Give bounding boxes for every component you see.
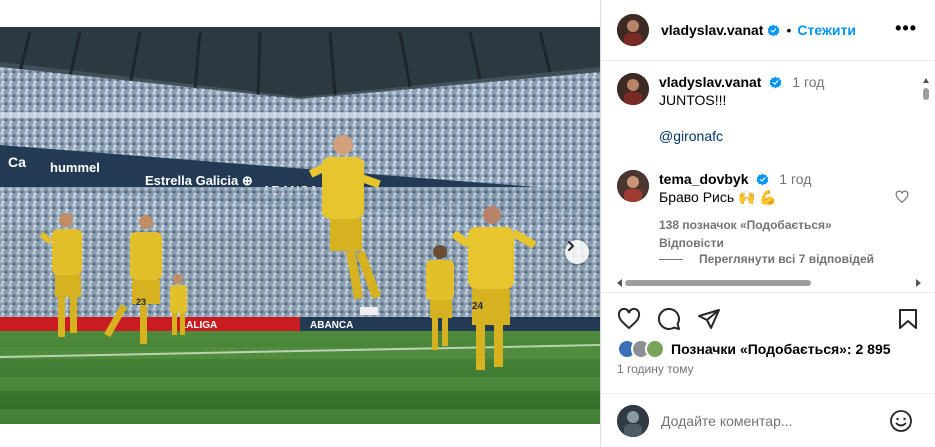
comment-time[interactable]: 1 год	[792, 74, 824, 90]
avatar	[645, 339, 665, 359]
replies-line	[659, 258, 683, 260]
svg-text:hummel: hummel	[50, 160, 100, 175]
follow-button[interactable]: Стежити	[797, 22, 856, 38]
instagram-post: Ca hummel Estrella Galicia ⊕ ABANCA méto…	[0, 0, 935, 447]
svg-text:Ca: Ca	[8, 154, 26, 170]
comment-icon[interactable]	[657, 307, 681, 331]
avatar-image	[617, 170, 649, 202]
avatar-image	[617, 73, 649, 105]
svg-text:Estrella Galicia ⊕: Estrella Galicia ⊕	[145, 173, 253, 188]
send-icon[interactable]	[697, 307, 721, 331]
avatar[interactable]	[617, 14, 649, 46]
liker-avatars	[617, 339, 669, 359]
post-actions-bar	[601, 292, 935, 342]
verified-badge-icon	[757, 173, 769, 186]
caption-comment: vladyslav.vanat 1 год JUNTOS!!! @gironaf…	[617, 73, 917, 145]
avatar[interactable]	[617, 73, 649, 105]
post-author-username[interactable]: vladyslav.vanat	[661, 22, 763, 38]
mention-link[interactable]: @gironafc	[659, 127, 917, 145]
comment-like-heart-icon[interactable]	[895, 190, 909, 204]
avatar[interactable]	[617, 170, 649, 202]
more-options-button[interactable]: •••	[895, 19, 917, 37]
verified-badge-icon	[770, 76, 782, 89]
emoji-icon[interactable]	[889, 409, 913, 433]
comment-input[interactable]	[661, 412, 881, 429]
header-separator: •	[786, 22, 792, 38]
comment-username[interactable]: tema_dovbyk	[659, 171, 748, 187]
bookmark-icon[interactable]	[896, 307, 920, 331]
view-replies-button[interactable]: Переглянути всі 7 відповідей	[659, 252, 874, 266]
comment-text: JUNTOS!!!	[659, 92, 727, 108]
next-slide-button[interactable]	[565, 240, 589, 264]
post-header: vladyslav.vanat • Стежити •••	[601, 0, 935, 61]
svg-text:ABANCA: ABANCA	[310, 320, 353, 331]
chevron-right-icon	[568, 241, 574, 251]
comment-text: Браво Рись 🙌 💪	[659, 189, 777, 205]
svg-text:LALIGA: LALIGA	[180, 320, 217, 331]
svg-text:24: 24	[472, 301, 484, 312]
post-media[interactable]: Ca hummel Estrella Galicia ⊕ ABANCA méto…	[0, 27, 600, 424]
avatar-image	[617, 404, 649, 437]
view-replies-label: Переглянути всі 7 відповідей	[699, 252, 874, 266]
comment-time[interactable]: 1 год	[779, 171, 811, 187]
comment-username[interactable]: vladyslav.vanat	[659, 74, 761, 90]
avatar-image	[617, 14, 649, 46]
likes-summary[interactable]: Позначки «Подобається»: 2 895	[617, 339, 891, 359]
comments-horizontal-scrollbar[interactable]	[617, 277, 921, 289]
add-comment-bar	[601, 393, 935, 447]
verified-badge-icon	[768, 24, 780, 36]
comments-section: vladyslav.vanat 1 год JUNTOS!!! @gironaf…	[601, 62, 935, 292]
post-timestamp[interactable]: 1 годину тому	[617, 362, 694, 376]
football-photo: Ca hummel Estrella Galicia ⊕ ABANCA méto…	[0, 27, 600, 424]
comment-likes-count[interactable]: 138 позначок «Подобається»	[659, 218, 832, 232]
reply-button[interactable]: Відповісти	[659, 236, 724, 250]
heart-icon[interactable]	[617, 307, 641, 331]
likes-count[interactable]: Позначки «Подобається»: 2 895	[671, 341, 891, 357]
comments-vertical-scrollbar[interactable]	[922, 78, 930, 288]
svg-text:23: 23	[136, 297, 146, 307]
avatar	[617, 404, 649, 437]
comment-item: tema_dovbyk 1 год Браво Рись 🙌 💪 138 поз…	[617, 170, 917, 252]
